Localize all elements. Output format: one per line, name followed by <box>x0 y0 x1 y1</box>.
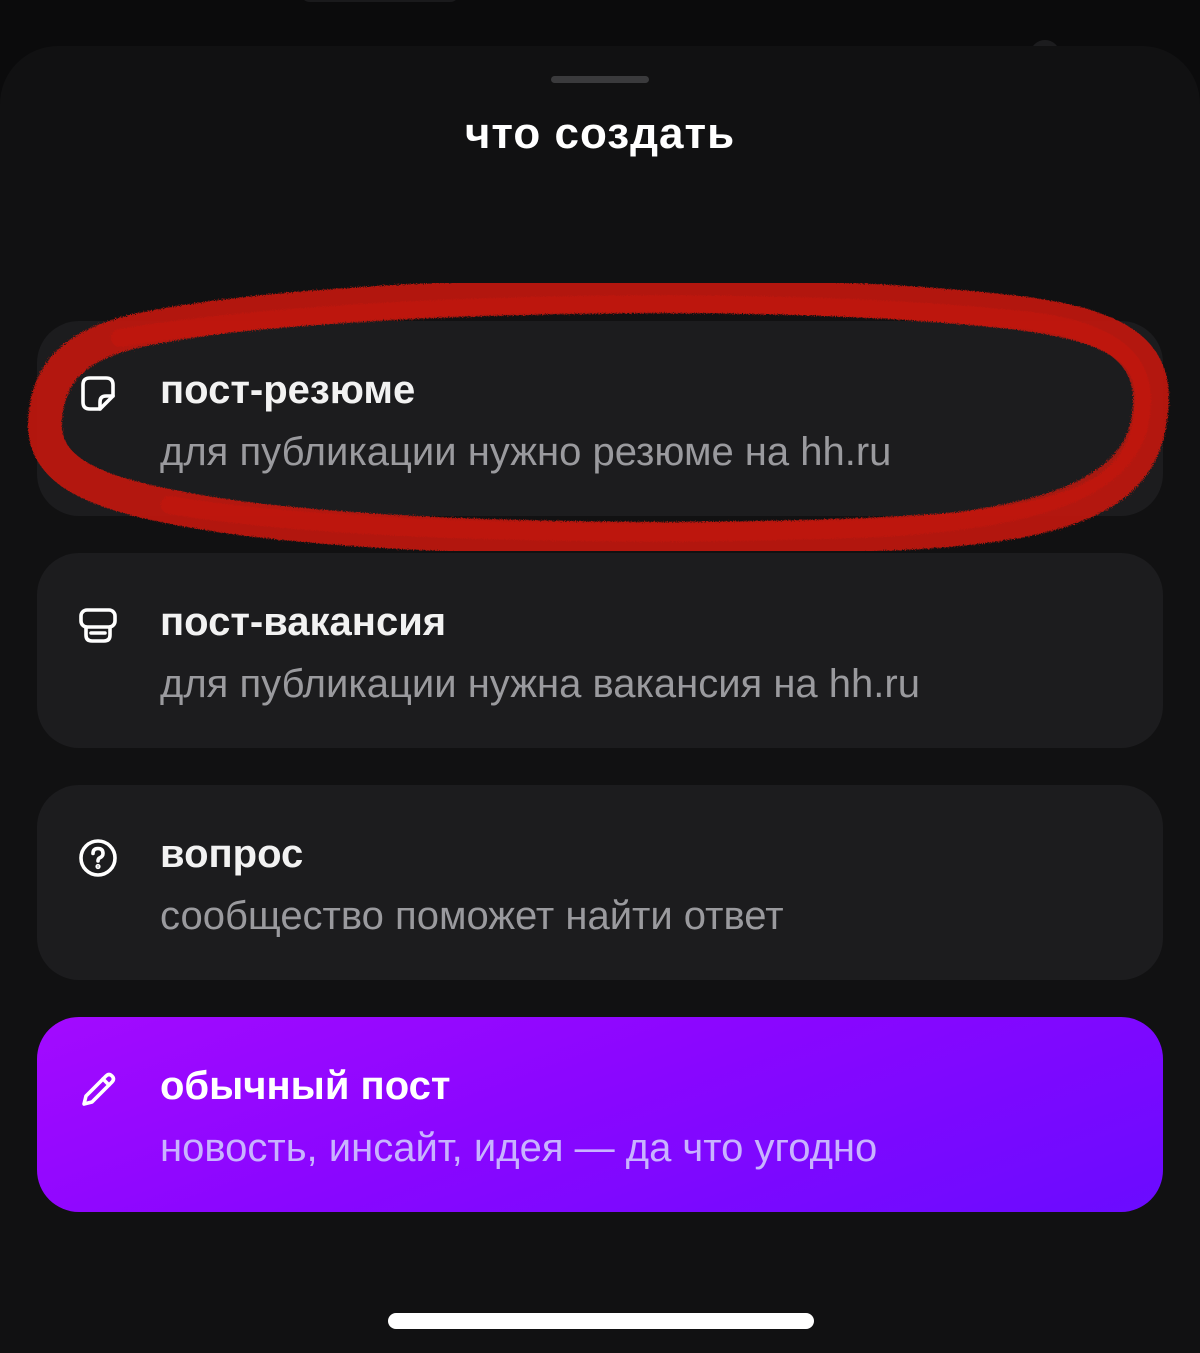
option-label: пост-вакансия <box>160 600 447 644</box>
option-description: для публикации нужно резюме на hh.ru <box>160 430 892 474</box>
option-regular-post[interactable]: обычный пост новость, инсайт, идея — да … <box>37 1017 1163 1212</box>
option-label: обычный пост <box>160 1064 451 1108</box>
option-description: новость, инсайт, идея — да что угодно <box>160 1126 878 1170</box>
option-description: для публикации нужна вакансия на hh.ru <box>160 662 920 706</box>
option-label: пост-резюме <box>160 368 416 412</box>
pencil-icon <box>75 1067 121 1113</box>
background-content <box>300 0 460 2</box>
option-post-vacancy[interactable]: пост-вакансия для публикации нужна вакан… <box>37 553 1163 748</box>
question-circle-icon <box>75 835 121 881</box>
option-description: сообщество поможет найти ответ <box>160 894 784 938</box>
sheet-title: что создать <box>464 109 736 158</box>
option-question[interactable]: вопрос сообщество поможет найти ответ <box>37 785 1163 980</box>
briefcase-icon <box>75 603 121 649</box>
option-post-resume[interactable]: пост-резюме для публикации нужно резюме … <box>37 321 1163 516</box>
sheet-grabber[interactable] <box>551 76 649 83</box>
option-label: вопрос <box>160 832 304 876</box>
resume-sticker-icon <box>75 371 121 417</box>
home-indicator[interactable] <box>388 1313 814 1329</box>
